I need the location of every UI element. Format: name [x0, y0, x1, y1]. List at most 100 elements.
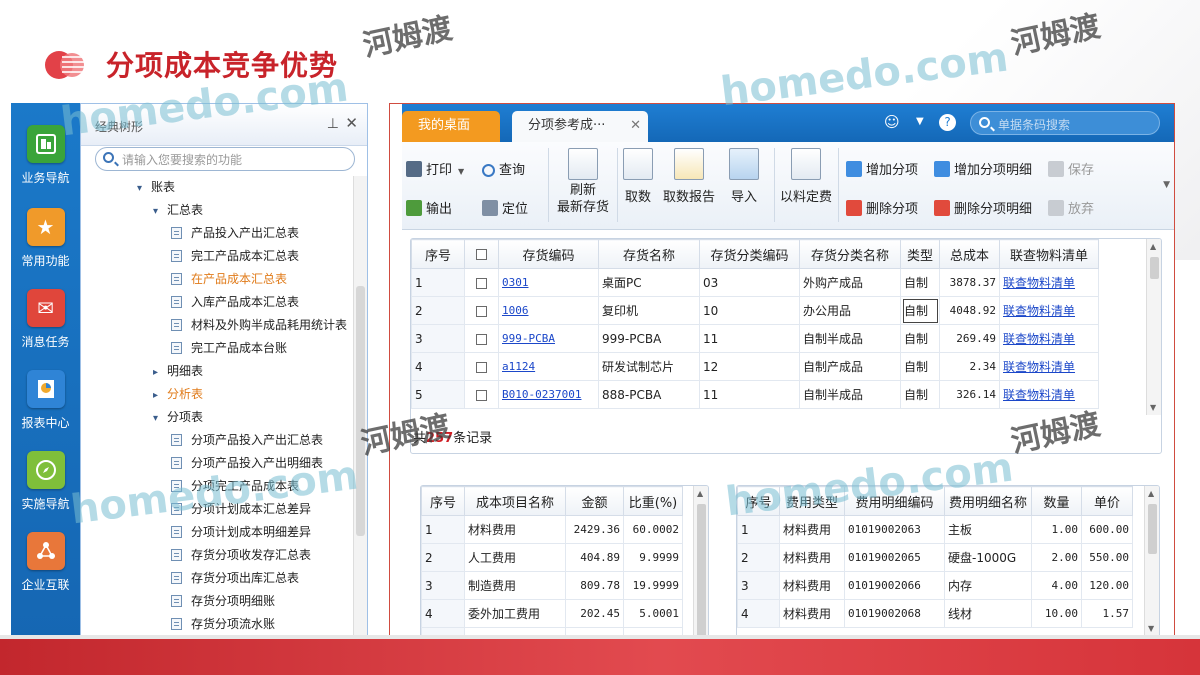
- select-all-checkbox[interactable]: [464, 239, 499, 269]
- table-row[interactable]: 3 材料费用 01019002066 内存 4.00 120.00: [737, 571, 1133, 600]
- item-code-link[interactable]: B010-0237001: [502, 388, 581, 401]
- tree-leaf-node[interactable]: 存货分项出库汇总表: [171, 568, 299, 588]
- row-checkbox[interactable]: [464, 352, 499, 381]
- col-header[interactable]: 类型: [900, 239, 940, 269]
- rail-item-implementation-nav[interactable]: 实施导航: [11, 451, 80, 512]
- col-header[interactable]: 比重(%): [623, 486, 683, 516]
- col-header[interactable]: 费用明细名称: [944, 486, 1032, 516]
- help-icon[interactable]: ?: [939, 114, 956, 131]
- tree-leaf-node[interactable]: 分项计划成本明细差异: [171, 522, 311, 542]
- tree-search-input[interactable]: 请输入您要搜索的功能: [95, 147, 355, 171]
- tab-my-desktop[interactable]: 我的桌面: [402, 111, 500, 142]
- type-cell[interactable]: 自制: [900, 296, 940, 325]
- col-header[interactable]: 金额: [565, 486, 624, 516]
- dropdown-arrow-icon[interactable]: ▼: [458, 167, 464, 176]
- rail-item-messages[interactable]: ✉ 消息任务: [11, 289, 80, 350]
- tree-folder-node[interactable]: ▾ 分项表: [153, 407, 203, 427]
- type-cell[interactable]: 自制: [900, 324, 940, 353]
- tree-scrollbar-thumb[interactable]: [356, 286, 365, 536]
- col-header[interactable]: 序号: [737, 486, 780, 516]
- tree-leaf-node[interactable]: 完工产品成本汇总表: [171, 246, 299, 266]
- chevron-right-icon[interactable]: ▸: [153, 363, 167, 383]
- row-checkbox[interactable]: [464, 380, 499, 409]
- barcode-search-input[interactable]: 单据条码搜索: [970, 111, 1160, 135]
- tree-leaf-node[interactable]: 分项产品投入产出明细表: [171, 453, 323, 473]
- scroll-up-icon[interactable]: ▲: [1148, 489, 1154, 498]
- col-header[interactable]: 存货名称: [598, 239, 700, 269]
- tree-leaf-node[interactable]: 存货分项收发存汇总表: [171, 545, 311, 565]
- row-checkbox[interactable]: [464, 324, 499, 353]
- col-header[interactable]: 总成本: [939, 239, 1000, 269]
- col-header[interactable]: 存货编码: [498, 239, 599, 269]
- view-bom-link[interactable]: 联查物料清单: [1003, 360, 1075, 374]
- scroll-up-icon[interactable]: ▲: [1150, 242, 1156, 251]
- item-code-link[interactable]: 1006: [502, 304, 529, 317]
- scroll-down-icon[interactable]: ▼: [1150, 403, 1156, 412]
- save-button[interactable]: 保存: [1048, 159, 1094, 178]
- smiley-icon[interactable]: ☺: [884, 113, 900, 131]
- table-row[interactable]: 4 a1124 研发试制芯片 12 自制产成品 自制 2.34 联查物料清单: [411, 352, 1099, 381]
- col-header[interactable]: 联查物料清单: [999, 239, 1099, 269]
- tree-leaf-node[interactable]: 分项产品投入产出汇总表: [171, 430, 323, 450]
- fetch-report-button[interactable]: 取数报告: [660, 148, 718, 205]
- table-row[interactable]: 2 1006 复印机 10 办公用品 自制 4048.92 联查物料清单: [411, 296, 1099, 325]
- col-header[interactable]: 存货分类名称: [799, 239, 901, 269]
- rail-item-business-nav[interactable]: 业务导航: [11, 125, 80, 186]
- toolbar-overflow-icon[interactable]: ▼: [1163, 180, 1170, 190]
- rail-item-enterprise-connect[interactable]: 企业互联: [11, 532, 80, 593]
- view-bom-link[interactable]: 联查物料清单: [1003, 332, 1075, 346]
- tree-leaf-node[interactable]: 分项完工产品成本表: [171, 476, 299, 496]
- row-checkbox[interactable]: [464, 296, 499, 325]
- scroll-down-icon[interactable]: ▼: [1148, 624, 1154, 633]
- table-row[interactable]: 4 材料费用 01019002068 线材 10.00 1.57: [737, 599, 1133, 628]
- chevron-right-icon[interactable]: ▸: [153, 386, 167, 406]
- tree-leaf-node[interactable]: 存货分项流水账: [171, 614, 275, 634]
- cost-item-grid-scrollbar[interactable]: ▲: [693, 486, 708, 659]
- cost-detail-grid-scrollbar[interactable]: ▲ ▼: [1144, 486, 1159, 636]
- import-button[interactable]: 导入: [724, 148, 764, 205]
- tree-folder-node[interactable]: ▾ 汇总表: [153, 200, 203, 220]
- table-row[interactable]: 1 材料费用 01019002063 主板 1.00 600.00: [737, 515, 1133, 544]
- tab-item-cost-reference[interactable]: 分项参考成··· ✕: [512, 111, 648, 142]
- rail-item-common-functions[interactable]: ★ 常用功能: [11, 208, 80, 269]
- item-code-link[interactable]: 999-PCBA: [502, 332, 555, 345]
- tree-leaf-node[interactable]: 存货分项明细账: [171, 591, 275, 611]
- locate-button[interactable]: 定位: [482, 198, 528, 217]
- tab-close-icon[interactable]: ✕: [630, 111, 641, 141]
- refresh-stock-button[interactable]: 刷新 最新存货: [552, 148, 614, 216]
- col-header[interactable]: 序号: [421, 486, 465, 516]
- rail-item-report-center[interactable]: 报表中心: [11, 370, 80, 431]
- tree-leaf-node[interactable]: 完工产品成本台账: [171, 338, 287, 358]
- tree-leaf-node[interactable]: 材料及外购半成品耗用统计表: [171, 315, 347, 335]
- cost-item-grid-scrollbar-thumb[interactable]: [697, 504, 706, 644]
- type-cell[interactable]: 自制: [900, 380, 940, 409]
- add-item-button[interactable]: 增加分项: [846, 159, 918, 178]
- item-code-link[interactable]: 0301: [502, 276, 529, 289]
- table-row[interactable]: 5 B010-0237001 888-PCBA 11 自制半成品 自制 326.14 联查物料…: [411, 380, 1099, 409]
- discard-button[interactable]: 放弃: [1048, 198, 1094, 217]
- cost-detail-grid-scrollbar-thumb[interactable]: [1148, 504, 1157, 554]
- view-bom-link[interactable]: 联查物料清单: [1003, 388, 1075, 402]
- tree-folder-node[interactable]: ▾ 账表: [137, 177, 175, 197]
- item-grid-scrollbar-thumb[interactable]: [1150, 257, 1159, 279]
- tree-leaf-node[interactable]: 在产品成本汇总表: [171, 269, 287, 289]
- type-cell[interactable]: 自制: [900, 352, 940, 381]
- table-row[interactable]: 2 人工费用 404.89 9.9999: [421, 543, 683, 572]
- print-button[interactable]: 打印 ▼: [406, 159, 464, 178]
- tree-leaf-node[interactable]: 入库产品成本汇总表: [171, 292, 299, 312]
- table-row[interactable]: 3 制造费用 809.78 19.9999: [421, 571, 683, 600]
- tree-scrollbar[interactable]: [353, 176, 367, 659]
- delete-item-detail-button[interactable]: 删除分项明细: [934, 198, 1032, 217]
- chevron-down-icon[interactable]: ▾: [137, 179, 151, 199]
- pin-icon[interactable]: ⊥: [327, 116, 339, 132]
- table-row[interactable]: 4 委外加工费用 202.45 5.0001: [421, 599, 683, 628]
- dropdown-arrow-icon[interactable]: ▼: [916, 116, 924, 127]
- chevron-down-icon[interactable]: ▾: [153, 409, 167, 429]
- col-header[interactable]: 成本项目名称: [464, 486, 566, 516]
- add-item-detail-button[interactable]: 增加分项明细: [934, 159, 1032, 178]
- col-header[interactable]: 序号: [411, 239, 465, 269]
- row-checkbox[interactable]: [464, 268, 499, 297]
- table-row[interactable]: 1 材料费用 2429.36 60.0002: [421, 515, 683, 544]
- col-header[interactable]: 费用明细编码: [844, 486, 945, 516]
- query-button[interactable]: 查询: [482, 159, 525, 178]
